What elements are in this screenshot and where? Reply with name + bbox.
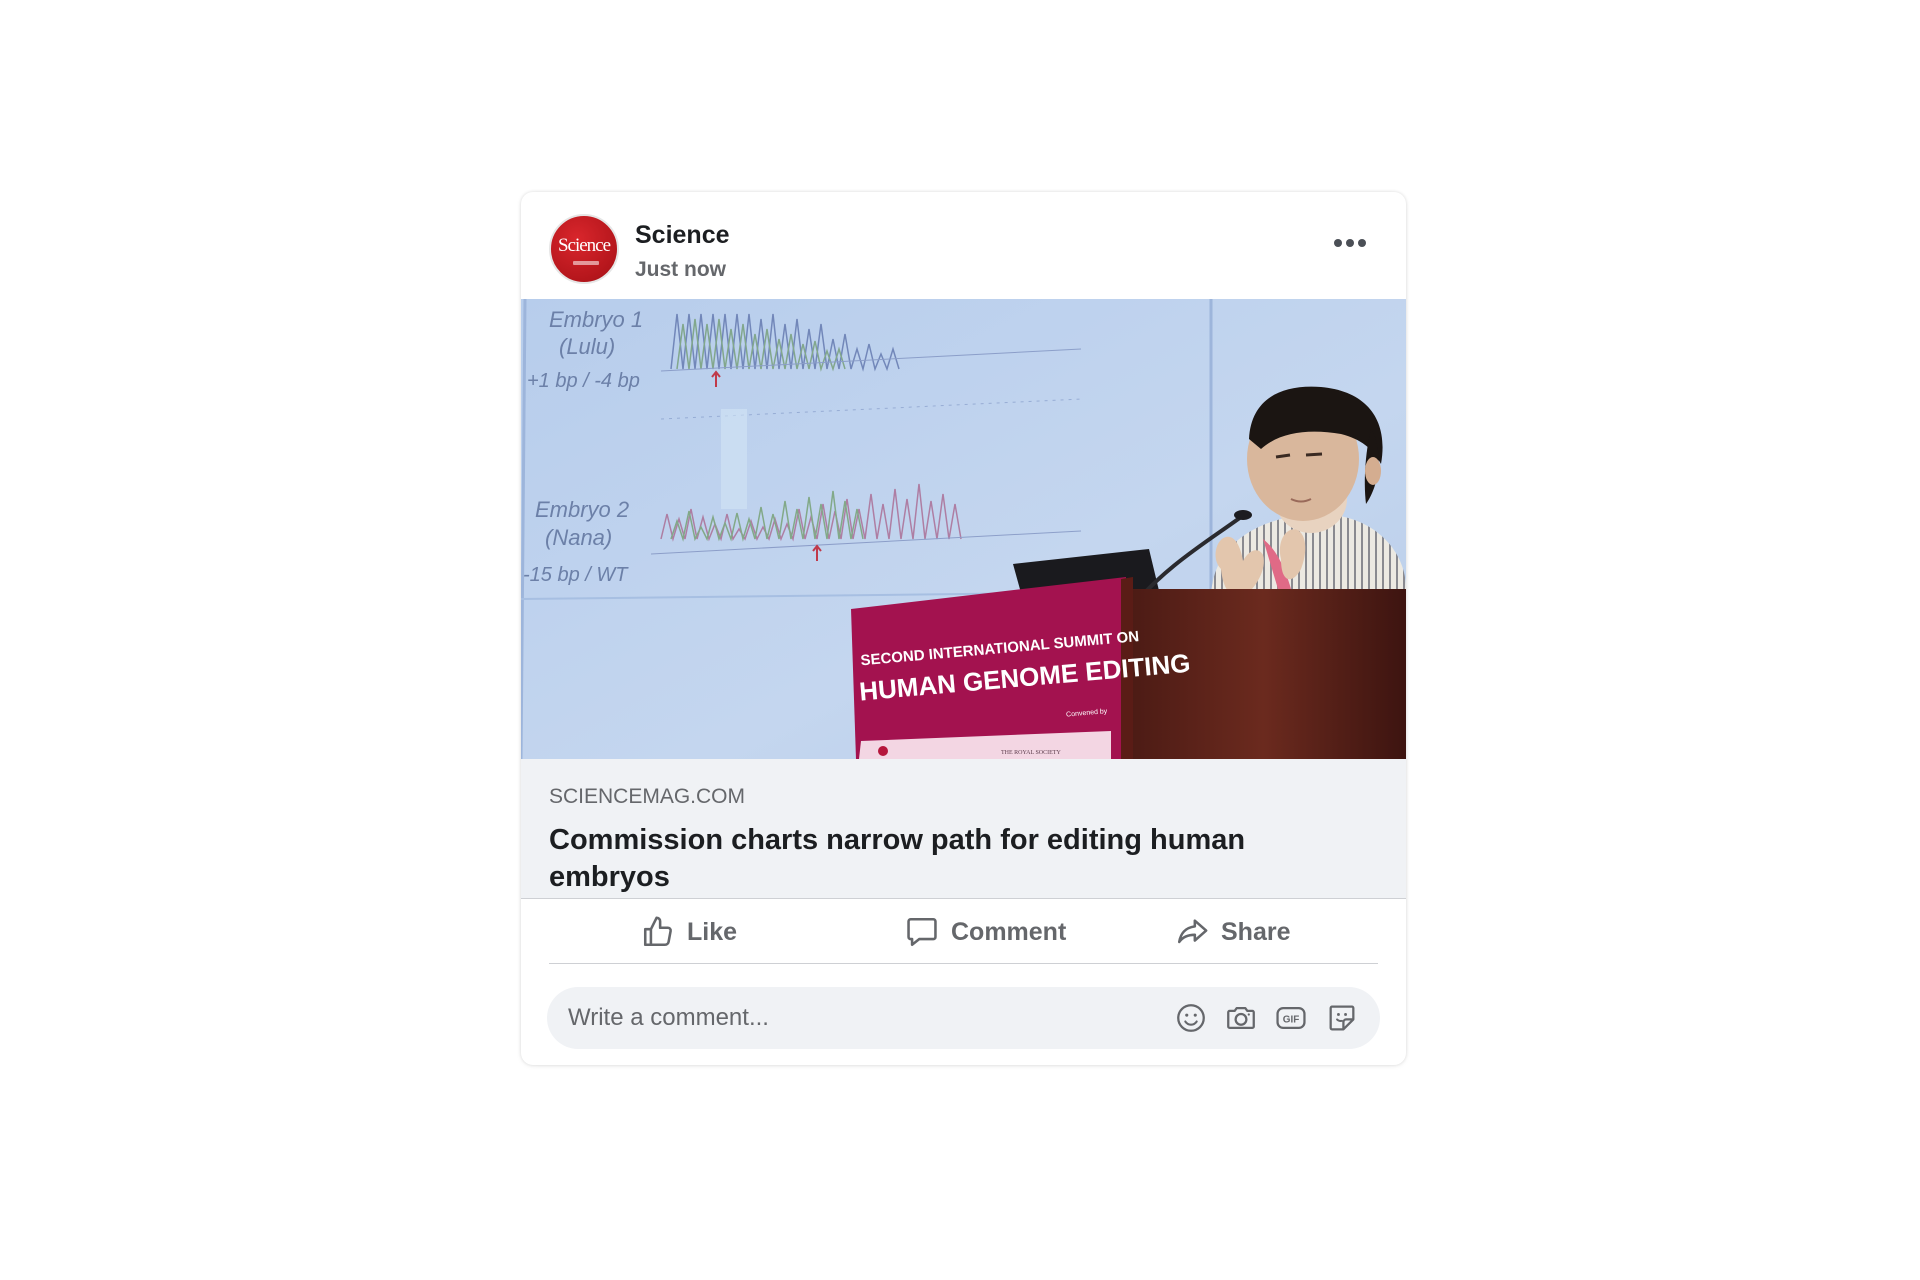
slide-label: Embryo 1 (549, 307, 643, 332)
emoji-icon[interactable] (1174, 1001, 1208, 1035)
podium-logo-right: THE ROYAL SOCIETY (1001, 750, 1061, 756)
share-icon (1177, 919, 1208, 944)
avatar[interactable]: Science (549, 214, 619, 284)
slide-label: (Nana) (545, 525, 612, 550)
comment-label: Comment (951, 917, 1067, 946)
slide-label: -15 bp / WT (523, 564, 629, 586)
comment-button[interactable]: Comment (905, 911, 1066, 953)
author-name[interactable]: Science (635, 221, 730, 250)
comment-icon (907, 917, 937, 947)
share-label: Share (1221, 917, 1291, 946)
slide-label: (Lulu) (559, 334, 615, 359)
link-domain: SCIENCEMAG.COM (549, 785, 746, 808)
post-card: Science Science Just now Embryo 1 (Lulu)… (521, 192, 1406, 1065)
post-actions: Like Comment Share (549, 899, 1378, 964)
post-timestamp[interactable]: Just now (635, 258, 726, 282)
like-button[interactable]: Like (641, 911, 737, 953)
link-title[interactable]: Commission charts narrow path for editin… (549, 822, 1309, 896)
share-button[interactable]: Share (1175, 911, 1290, 953)
avatar-logo-mark (573, 261, 599, 265)
more-options-button[interactable] (1322, 222, 1378, 262)
comment-input[interactable] (547, 987, 1137, 1049)
camera-icon[interactable] (1224, 1001, 1258, 1035)
slide-label: +1 bp / -4 bp (527, 370, 640, 392)
sticker-icon[interactable] (1325, 1001, 1359, 1035)
slide-label: Embryo 2 (535, 497, 629, 522)
avatar-logo-text: Science (557, 235, 611, 256)
more-horizontal-icon-dot (1358, 239, 1366, 247)
more-horizontal-icon-dot (1346, 239, 1354, 247)
post-header: Science Science Just now (521, 192, 1406, 299)
more-horizontal-icon (1334, 239, 1342, 247)
gif-icon[interactable]: GIF (1274, 1001, 1308, 1035)
post-image[interactable]: Embryo 1 (Lulu) +1 bp / -4 bp Embryo 2 (… (521, 299, 1406, 759)
comment-box: GIF (547, 987, 1380, 1049)
link-preview[interactable]: SCIENCEMAG.COM Commission charts narrow … (521, 759, 1406, 899)
like-icon (643, 916, 672, 947)
svg-text:GIF: GIF (1283, 1014, 1300, 1025)
like-label: Like (687, 917, 738, 946)
